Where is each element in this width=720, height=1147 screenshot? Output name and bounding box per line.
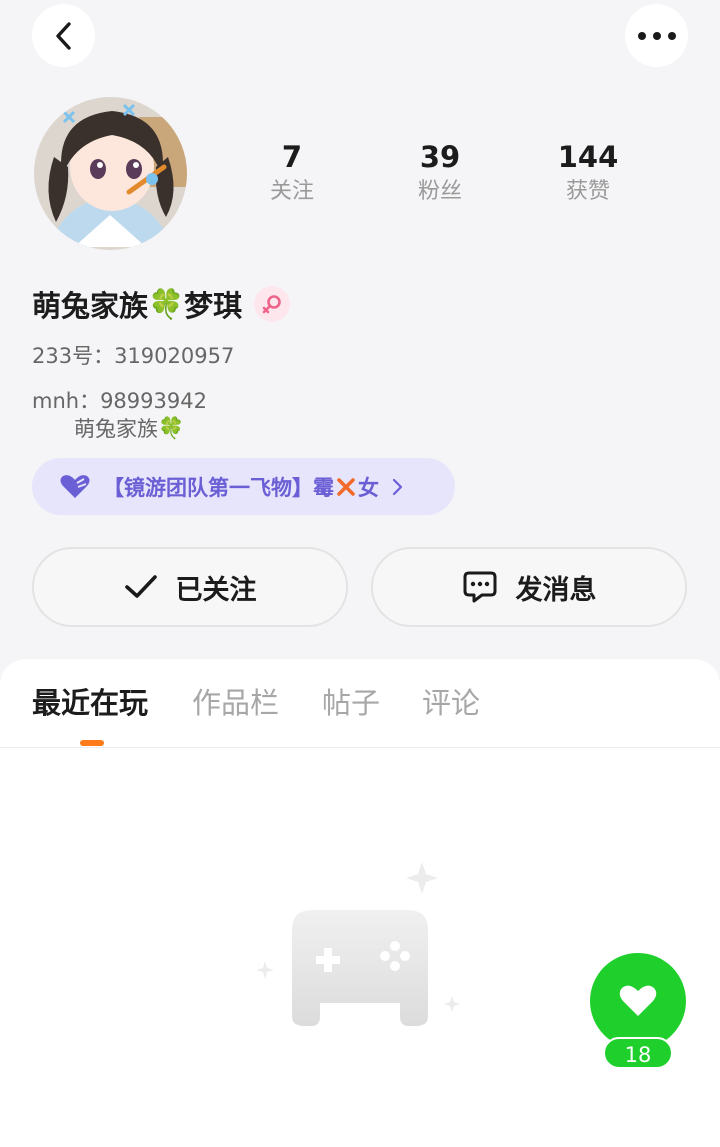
club-name-prefix: 【镜游团队第一飞物】霉	[103, 475, 334, 500]
club-badge[interactable]: 【镜游团队第一飞物】霉 女	[32, 458, 455, 515]
clover-emoji: 🍀	[158, 415, 185, 440]
bio-line-2: 萌兔家族 🍀	[74, 413, 184, 443]
gamepad-icon	[256, 862, 460, 1026]
check-icon	[124, 575, 157, 598]
nickname-part2: 梦琪	[184, 289, 243, 323]
bio-line-1: mnh：98993942	[32, 389, 207, 413]
bio-line-2-text: 萌兔家族	[74, 417, 158, 441]
tab-indicator	[80, 740, 104, 746]
user-id: 233号：319020957	[32, 344, 235, 368]
like-fab-button[interactable]	[590, 953, 686, 1049]
name-row: 萌兔家族 🍀 梦琪	[32, 282, 291, 326]
stat-fans-value: 39	[419, 140, 461, 174]
chevron-right-icon	[392, 478, 403, 495]
avatar-illustration	[34, 97, 187, 250]
heart-icon	[60, 474, 90, 498]
chat-bubble-icon	[463, 571, 496, 603]
tab-posts[interactable]: 帖子	[322, 683, 380, 723]
followed-button-label: 已关注	[175, 574, 257, 606]
stat-fans[interactable]: 39 粉丝	[380, 138, 500, 207]
clover-emoji: 🍀	[148, 286, 185, 321]
club-name: 【镜游团队第一飞物】霉 女	[103, 472, 379, 502]
nickname: 萌兔家族 🍀 梦琪	[32, 283, 242, 325]
like-count-badge: 18	[603, 1037, 673, 1069]
tab-comments[interactable]: 评论	[422, 683, 480, 723]
club-name-suffix: 女	[358, 475, 379, 500]
followed-button[interactable]: 已关注	[32, 547, 348, 627]
tab-recently-played[interactable]: 最近在玩	[32, 683, 148, 723]
empty-state-illustration	[250, 858, 470, 1037]
cross-mark-icon	[337, 477, 355, 496]
stat-likes-value: 144	[557, 140, 619, 174]
back-button[interactable]	[32, 4, 95, 67]
send-message-label: 发消息	[515, 574, 597, 606]
avatar[interactable]	[34, 97, 187, 250]
stat-following[interactable]: 7 关注	[232, 138, 352, 207]
gender-badge	[254, 286, 291, 322]
tab-works[interactable]: 作品栏	[192, 683, 279, 723]
stat-likes-label: 获赞	[565, 179, 610, 204]
tab-bar: 最近在玩 作品栏 帖子 评论	[0, 659, 720, 748]
stat-fans-label: 粉丝	[417, 179, 462, 204]
stat-following-value: 7	[281, 140, 303, 174]
female-icon	[262, 295, 281, 314]
nickname-part1: 萌兔家族	[32, 289, 149, 323]
more-button[interactable]	[625, 4, 688, 67]
stat-following-label: 关注	[269, 179, 314, 204]
stat-likes[interactable]: 144 获赞	[528, 138, 648, 207]
heart-icon	[619, 985, 657, 1016]
chevron-left-icon	[55, 21, 71, 50]
send-message-button[interactable]: 发消息	[371, 547, 687, 627]
more-horizontal-icon	[637, 31, 676, 40]
